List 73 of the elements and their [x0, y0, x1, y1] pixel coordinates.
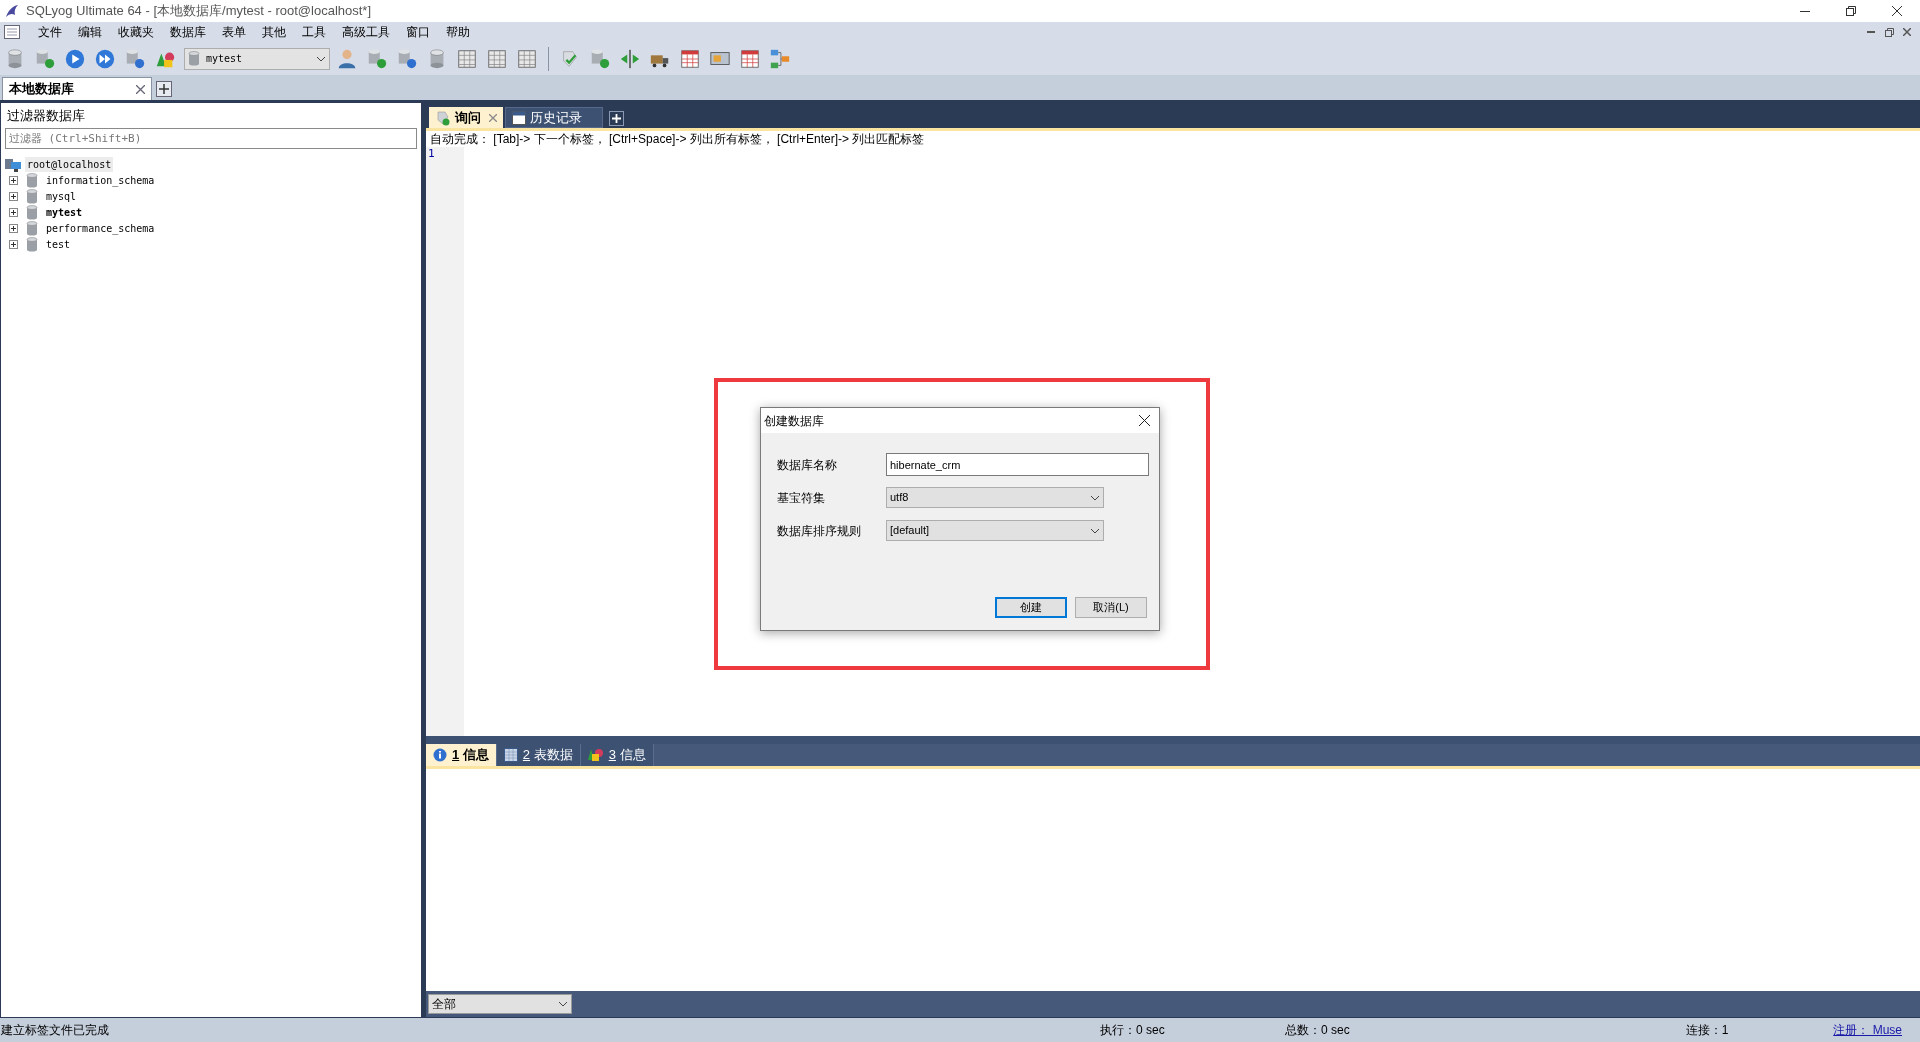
expand-icon[interactable] [9, 240, 18, 249]
menu-item[interactable]: 窗口 [398, 23, 438, 41]
database-name-field[interactable]: hibernate_crm [886, 453, 1149, 476]
calendar-icon [512, 110, 526, 125]
chevron-down-icon [316, 55, 326, 62]
field-label: 数据库排序规则 [777, 522, 862, 540]
shapes-icon [587, 748, 604, 762]
execution-time: 执行：0 sec [1100, 1022, 1166, 1039]
line-number: 1 [428, 147, 436, 161]
menu-item[interactable]: 表单 [214, 23, 254, 41]
result-tab[interactable]: 1 信息 [426, 744, 497, 766]
field-label: 数据库名称 [777, 456, 838, 474]
menu-item[interactable]: 其他 [254, 23, 294, 41]
chevron-down-icon [558, 1001, 568, 1007]
add-tab-button[interactable] [609, 111, 624, 126]
menu-item[interactable]: 数据库 [162, 23, 214, 41]
menu-item[interactable]: 帮助 [438, 23, 478, 41]
window-title: SQLyog Ultimate 64 - [本地数据库/mytest - root@localhost*] [26, 2, 372, 21]
editor-tab[interactable]: 询问 [429, 107, 503, 128]
table-icon [503, 748, 518, 762]
expand-icon[interactable] [9, 192, 18, 201]
restore-icon[interactable] [1846, 6, 1856, 16]
restore-icon[interactable] [1884, 27, 1894, 37]
chevron-down-icon [1090, 527, 1100, 534]
menu-item[interactable]: 工具 [294, 23, 334, 41]
expand-icon[interactable] [9, 224, 18, 233]
select-field[interactable]: [default] [886, 520, 1104, 541]
result-tab[interactable]: 3 信息 [580, 744, 654, 766]
menu-item[interactable]: 收藏夹 [110, 23, 162, 41]
chevron-down-icon [1090, 494, 1100, 501]
result-tab[interactable]: 2 表数据 [496, 744, 581, 766]
database-icon [26, 205, 38, 220]
connection-count: 连接：1 [1685, 1022, 1729, 1039]
tree-item[interactable]: test [46, 237, 71, 252]
document-icon [4, 25, 20, 39]
status-message: 建立标签文件已完成 [0, 1022, 110, 1039]
dialog-title: 创建数据库 [764, 412, 824, 430]
database-icon [26, 173, 38, 188]
database-icon [26, 221, 38, 236]
info-icon [433, 748, 447, 762]
close-button[interactable] [1137, 413, 1151, 428]
autocomplete-hint: 自动完成： [Tab]-> 下一个标签， [Ctrl+Space]-> 列出所有标签， [Ctrl+Enter]-> 列出匹配标签 [429, 131, 926, 147]
add-tab-button[interactable] [156, 81, 172, 97]
panel-title: 过滤器数据库 [6, 107, 86, 125]
minimize-icon[interactable] [1800, 10, 1810, 12]
editor-tab[interactable]: 历史记录 [505, 107, 603, 128]
result-filter-dropdown[interactable]: 全部 [428, 994, 572, 1014]
database-icon [26, 237, 38, 252]
dialog-button[interactable]: 创建 [995, 597, 1067, 618]
expand-icon[interactable] [9, 176, 18, 185]
menu-item[interactable]: 编辑 [70, 23, 110, 41]
connection-tab[interactable]: 本地数据库 [2, 77, 152, 100]
filter-field[interactable]: 过滤器 (Ctrl+Shift+B) [5, 127, 417, 149]
tree-item[interactable]: root@localhost [25, 157, 114, 172]
tree-item[interactable]: performance_schema [46, 221, 155, 236]
menu-item[interactable]: 高级工具 [334, 23, 398, 41]
tree-item[interactable]: information_schema [46, 173, 155, 188]
select-field[interactable]: utf8 [886, 487, 1104, 508]
menu-item[interactable]: 文件 [30, 23, 70, 41]
expand-icon[interactable] [9, 208, 18, 217]
server-icon [5, 156, 21, 173]
database-dropdown[interactable]: mytest [184, 47, 330, 70]
close-icon[interactable] [1903, 28, 1911, 36]
database-icon [188, 51, 200, 66]
tree-item[interactable]: mytest [46, 205, 83, 220]
total-time: 总数：0 sec [1285, 1022, 1350, 1039]
field-label: 基宝符集 [777, 489, 826, 507]
dialog-button[interactable]: 取消(L) [1075, 597, 1147, 618]
database-icon [26, 189, 38, 204]
tree-item[interactable]: mysql [46, 189, 77, 204]
register-link[interactable]: 注册： Muse [1833, 1021, 1902, 1039]
close-icon[interactable] [1892, 6, 1902, 16]
close-icon[interactable] [136, 84, 145, 94]
